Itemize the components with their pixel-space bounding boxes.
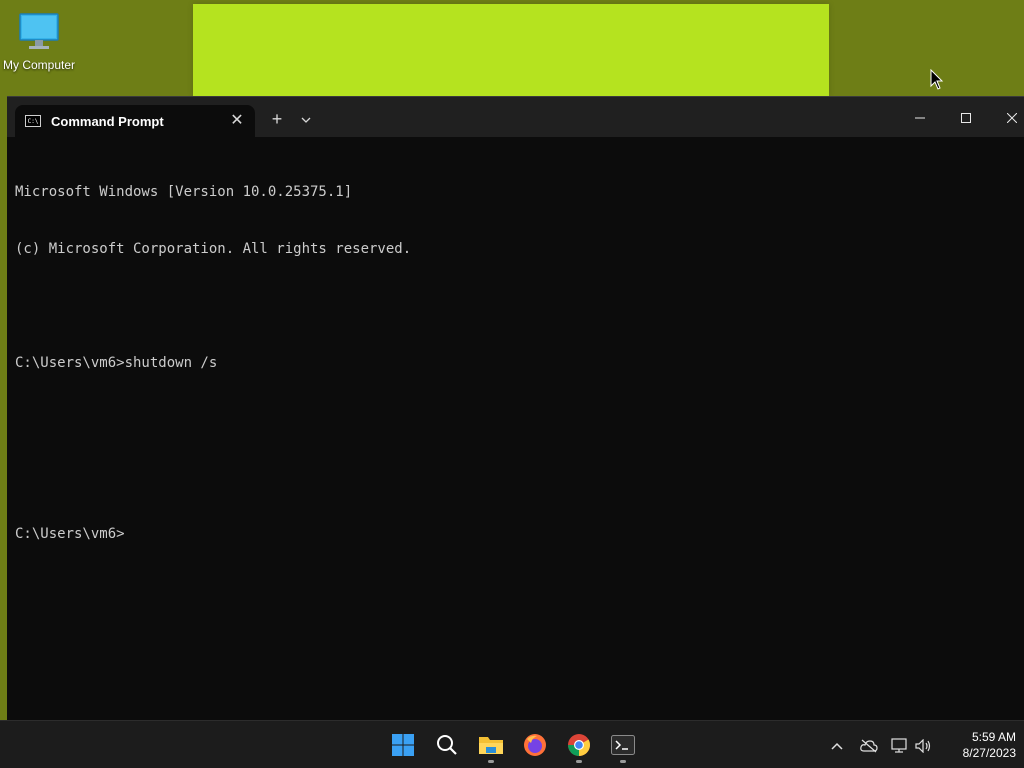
windows-logo-icon [392, 734, 414, 756]
minimize-button[interactable] [900, 103, 940, 131]
tray-network[interactable] [888, 733, 912, 757]
tab-command-prompt[interactable]: C:\ Command Prompt ✕ [15, 105, 255, 137]
search-button[interactable] [429, 727, 465, 763]
tray-onedrive[interactable] [857, 733, 881, 757]
tab-dropdown-button[interactable] [295, 107, 317, 131]
terminal-icon [611, 735, 635, 755]
volume-icon [915, 738, 931, 754]
chrome-icon [568, 734, 590, 756]
close-window-button[interactable] [992, 103, 1024, 131]
cmd-icon: C:\ [25, 115, 41, 127]
mouse-cursor-icon [930, 69, 944, 90]
running-indicator [620, 760, 626, 763]
tab-bar: C:\ Command Prompt ✕ + [7, 97, 1024, 137]
start-button[interactable] [385, 727, 421, 763]
new-tab-button[interactable]: + [265, 107, 289, 131]
maximize-button[interactable] [946, 103, 986, 131]
taskbar-terminal[interactable] [605, 727, 641, 763]
chevron-up-icon [831, 743, 843, 750]
background-window[interactable] [193, 4, 829, 96]
close-icon [1006, 112, 1018, 124]
tray-volume[interactable] [912, 733, 936, 757]
running-indicator [488, 760, 494, 763]
taskbar-chrome[interactable] [561, 727, 597, 763]
taskbar-file-explorer[interactable] [473, 727, 509, 763]
cloud-offline-icon [860, 739, 878, 753]
taskbar: 5:59 AM 8/27/2023 [0, 720, 1024, 768]
chevron-down-icon [301, 117, 311, 123]
clock-date: 8/27/2023 [962, 746, 1016, 760]
folder-icon [479, 737, 503, 754]
desktop-icon-my-computer[interactable]: My Computer [0, 8, 78, 72]
firefox-icon [524, 734, 546, 756]
minimize-icon [915, 117, 925, 119]
maximize-icon [961, 113, 971, 124]
console-line: (c) Microsoft Corporation. All rights re… [15, 241, 412, 257]
network-icon [891, 738, 907, 753]
console-prompt[interactable]: C:\Users\vm6> [15, 525, 1016, 544]
console-line: C:\Users\vm6>shutdown /s [15, 355, 218, 371]
desktop-icon-label: My Computer [2, 58, 76, 72]
clock-time: 5:59 AM [971, 730, 1016, 744]
tab-title: Command Prompt [51, 113, 164, 129]
console-line: Microsoft Windows [Version 10.0.25375.1] [15, 184, 353, 200]
monitor-icon [19, 13, 59, 49]
close-tab-button[interactable]: ✕ [227, 111, 247, 131]
search-icon [437, 735, 457, 755]
taskbar-clock[interactable]: 5:59 AM 8/27/2023 [940, 729, 1016, 761]
running-indicator [576, 760, 582, 763]
tray-overflow-button[interactable] [825, 733, 849, 757]
terminal-window[interactable]: C:\ Command Prompt ✕ + Microsoft Windows… [7, 96, 1024, 720]
taskbar-firefox[interactable] [517, 727, 553, 763]
console-output[interactable]: Microsoft Windows [Version 10.0.25375.1]… [7, 137, 1024, 590]
